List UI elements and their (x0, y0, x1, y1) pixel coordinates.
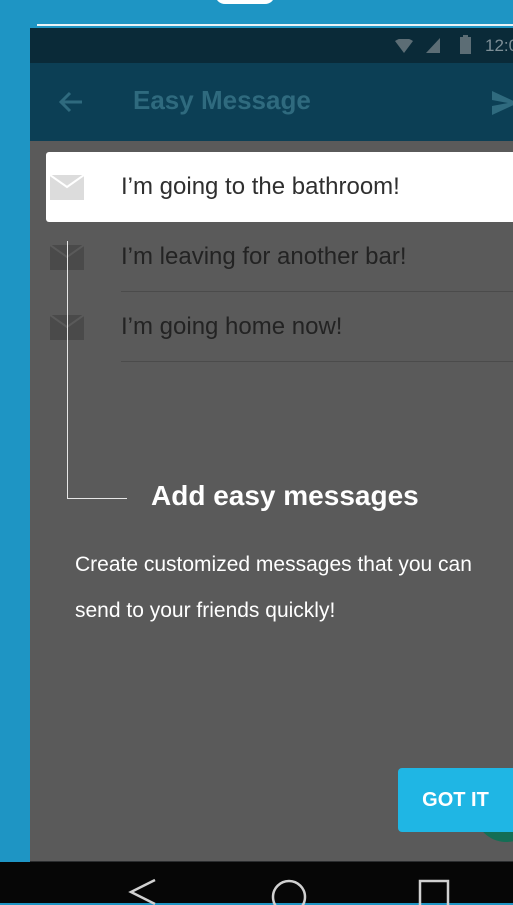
battery-icon (460, 35, 471, 54)
status-time: 12:0 (485, 36, 513, 55)
message-row-home[interactable]: I’m going home now! (46, 292, 513, 362)
tip-pointer-connector (67, 498, 127, 499)
message-text: I’m going home now! (121, 313, 343, 340)
status-bar: 12:0 (30, 28, 513, 63)
app-title: Easy Message (133, 85, 311, 115)
tip-title: Add easy messages (151, 480, 419, 511)
top-divider (37, 24, 513, 26)
message-row-bathroom[interactable]: I’m going to the bathroom! (46, 152, 513, 222)
app-bar: Easy Message (30, 63, 513, 141)
send-icon[interactable] (490, 89, 513, 117)
tip-description: Create customized messages that you can … (75, 553, 472, 622)
nav-back-icon[interactable] (127, 878, 159, 905)
signal-icon (426, 38, 440, 53)
message-text: I’m going to the bathroom! (121, 173, 400, 200)
navigation-bar (0, 862, 513, 905)
got-it-button[interactable]: GOT IT (398, 768, 513, 832)
back-arrow-icon[interactable] (56, 87, 86, 117)
nav-home-icon[interactable] (270, 878, 308, 905)
message-row-another-bar[interactable]: I’m leaving for another bar! (46, 222, 513, 292)
row-divider (121, 361, 513, 362)
wifi-icon (395, 39, 413, 53)
tip-pointer-line (67, 241, 68, 499)
message-text: I’m leaving for another bar! (121, 243, 407, 270)
mail-icon (50, 175, 84, 200)
nav-recents-icon[interactable] (417, 878, 451, 905)
header-text-fragment (215, 0, 275, 4)
